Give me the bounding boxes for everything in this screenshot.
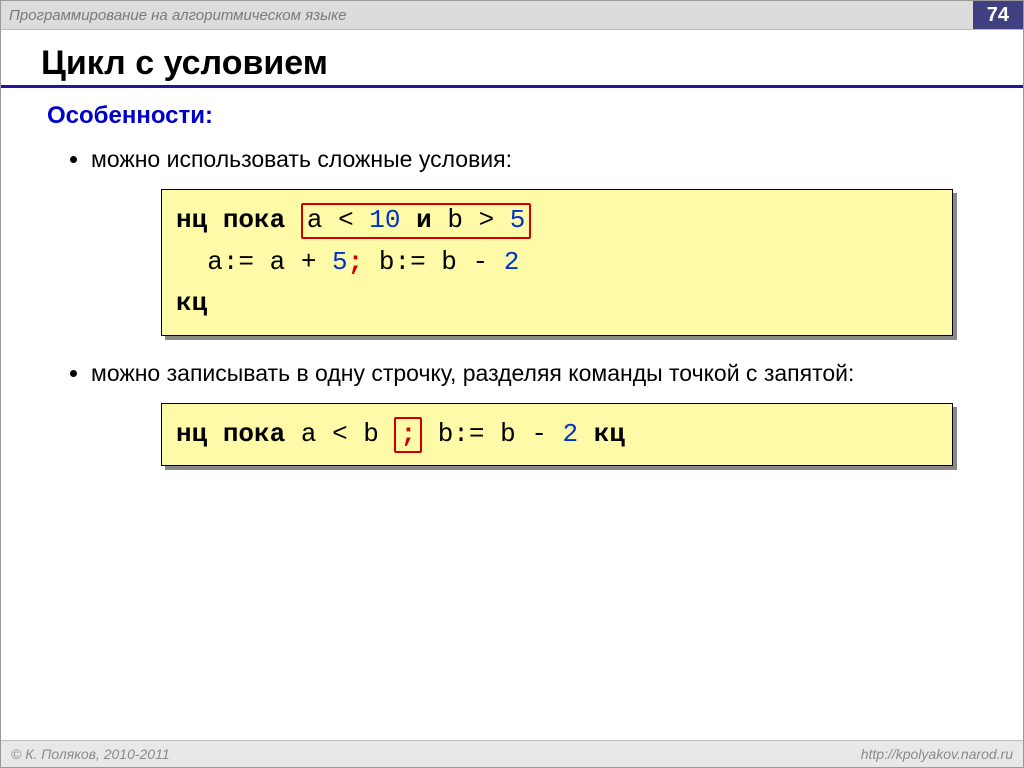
cond-lt: < <box>338 205 354 235</box>
cond-gt: > <box>479 205 495 235</box>
page-number: 74 <box>973 1 1023 29</box>
content-area: Цикл с условием Особенности: можно испол… <box>1 30 1023 466</box>
body-5: 5 <box>332 247 348 277</box>
copyright: © К. Поляков, 2010-2011 <box>11 746 170 762</box>
bullet-1: можно использовать сложные условия: <box>91 144 993 175</box>
footer-url: http://kpolyakov.narod.ru <box>861 746 1013 762</box>
header-bar: Программирование на алгоритмическом язык… <box>1 1 1023 30</box>
body-2-num: 2 <box>563 419 579 449</box>
condition-highlight: a < 10 и b > 5 <box>301 203 532 239</box>
cond-10: 10 <box>369 205 400 235</box>
feature-list-2: можно записывать в одну строчку, разделя… <box>91 358 993 389</box>
kw-nc-2: нц <box>176 419 207 449</box>
code-block-1: нц пока a < 10 и b > 5 a:= a + 5; b:= b … <box>161 189 953 336</box>
slide: Программирование на алгоритмическом язык… <box>0 0 1024 768</box>
kw-while-2: пока <box>223 419 285 449</box>
cond-5: 5 <box>510 205 526 235</box>
course-title: Программирование на алгоритмическом язык… <box>9 7 347 24</box>
body-2: b:= b - <box>438 419 547 449</box>
body-b: b:= b - <box>379 247 488 277</box>
kw-kc-2: кц <box>594 419 625 449</box>
title-underline <box>1 85 1023 88</box>
body-semi: ; <box>348 247 364 277</box>
cond-a: a <box>307 205 323 235</box>
footer-bar: © К. Поляков, 2010-2011 http://kpolyakov… <box>1 740 1023 767</box>
kw-while: пока <box>223 205 285 235</box>
feature-list: можно использовать сложные условия: <box>91 144 993 175</box>
cond-2: a < b <box>301 419 379 449</box>
section-label: Особенности: <box>47 102 993 130</box>
kw-kc: кц <box>176 288 207 318</box>
code-block-2: нц пока a < b ; b:= b - 2 кц <box>161 403 953 467</box>
body-a: a:= a + <box>207 247 316 277</box>
semi-highlight: ; <box>394 417 422 453</box>
cond-b: b <box>447 205 463 235</box>
kw-nc: нц <box>176 205 207 235</box>
body-2: 2 <box>504 247 520 277</box>
bullet-2: можно записывать в одну строчку, разделя… <box>91 358 993 389</box>
cond-and: и <box>416 205 432 235</box>
slide-title: Цикл с условием <box>41 44 993 83</box>
